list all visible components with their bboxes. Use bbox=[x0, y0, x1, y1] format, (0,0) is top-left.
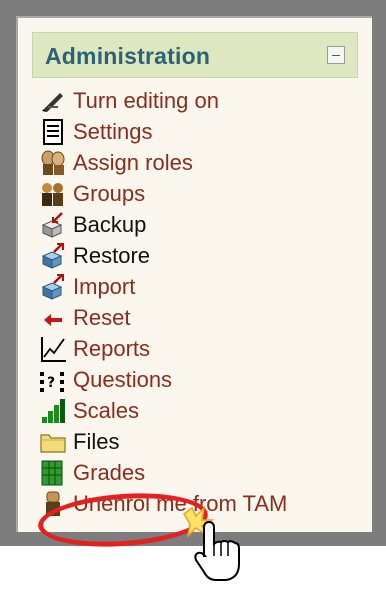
svg-text:?: ? bbox=[47, 375, 55, 391]
menu-item-label[interactable]: Backup bbox=[73, 212, 146, 238]
menu-item-label[interactable]: Reports bbox=[73, 336, 150, 362]
minus-box-icon[interactable] bbox=[327, 46, 345, 64]
menu-item-label[interactable]: Restore bbox=[73, 243, 150, 269]
screenshot-frame: Administration Turn editing on Settings … bbox=[0, 0, 386, 581]
pencil-icon bbox=[38, 87, 68, 115]
menu-item-label[interactable]: Assign roles bbox=[73, 150, 193, 176]
users-icon bbox=[38, 149, 68, 177]
menu-item-label[interactable]: Groups bbox=[73, 181, 145, 207]
menu-item-reset[interactable]: Reset bbox=[38, 303, 130, 333]
menu-item-label[interactable]: Reset bbox=[73, 305, 130, 331]
box-arrow-icon bbox=[38, 242, 68, 270]
menu-item-label[interactable]: Files bbox=[73, 429, 119, 455]
block-header: Administration bbox=[32, 32, 358, 78]
group-icon bbox=[38, 180, 68, 208]
question-icon: ? bbox=[38, 366, 68, 394]
menu-item-turn-editing-on[interactable]: Turn editing on bbox=[38, 86, 219, 116]
menu-item-label[interactable]: Grades bbox=[73, 460, 145, 486]
box-arrow-icon bbox=[38, 211, 68, 239]
menu-item-label[interactable]: Import bbox=[73, 274, 135, 300]
menu-item-questions[interactable]: ? Questions bbox=[38, 365, 172, 395]
block-title: Administration bbox=[45, 43, 211, 69]
red-arrow-icon bbox=[38, 304, 68, 332]
menu-item-files[interactable]: Files bbox=[38, 427, 119, 457]
menu-item-label[interactable]: Turn editing on bbox=[73, 88, 219, 114]
menu-item-backup[interactable]: Backup bbox=[38, 210, 146, 240]
menu-item-restore[interactable]: Restore bbox=[38, 241, 150, 271]
menu-item-label[interactable]: Scales bbox=[73, 398, 139, 424]
folder-icon bbox=[38, 428, 68, 456]
menu-item-label[interactable]: Questions bbox=[73, 367, 172, 393]
document-icon bbox=[38, 118, 68, 146]
menu-item-import[interactable]: Import bbox=[38, 272, 135, 302]
menu-item-label[interactable]: Settings bbox=[73, 119, 153, 145]
menu-item-assign-roles[interactable]: Assign roles bbox=[38, 148, 193, 178]
bar-chart-icon bbox=[38, 397, 68, 425]
menu-item-grades[interactable]: Grades bbox=[38, 458, 145, 488]
menu-item-settings[interactable]: Settings bbox=[38, 117, 153, 147]
menu-item-reports[interactable]: Reports bbox=[38, 334, 150, 364]
grades-icon bbox=[38, 459, 68, 487]
administration-block: Administration Turn editing on Settings … bbox=[16, 16, 372, 581]
hand-cursor-icon bbox=[182, 505, 252, 589]
line-chart-icon bbox=[38, 335, 68, 363]
box-arrow-icon bbox=[38, 273, 68, 301]
menu-item-scales[interactable]: Scales bbox=[38, 396, 139, 426]
menu-item-groups[interactable]: Groups bbox=[38, 179, 145, 209]
